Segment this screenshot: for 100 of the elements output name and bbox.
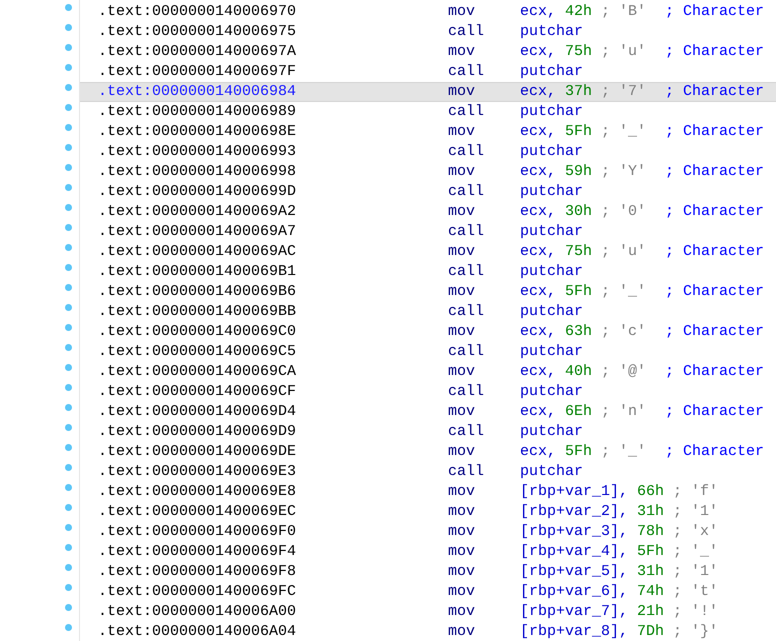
breakpoint-dot-icon [65, 624, 72, 631]
address-text: .text:00000001400069A2 [98, 202, 298, 222]
operand-text: ecx, [520, 362, 556, 382]
listing-line[interactable]: .text:00000001400069C0 mov ecx, 63h ; 'c' ; Character [80, 322, 776, 342]
listing-line[interactable]: .text:00000001400069CA mov ecx, 40h ; '@' ; Character [80, 362, 776, 382]
mnemonic-text: mov [448, 242, 476, 262]
listing-line[interactable]: .text:0000000140006993 call putchar [80, 142, 776, 162]
comment-text: ; '7' [601, 83, 646, 101]
mnemonic-text: mov [448, 562, 476, 582]
listing-line[interactable]: .text:00000001400069A2 mov ecx, 30h ; '0' ; Character [80, 202, 776, 222]
operand-text: ecx, [520, 322, 556, 342]
operand-text: [rbp+var_2], [520, 502, 628, 522]
listing-line[interactable]: .text:00000001400069A7 call putchar [80, 222, 776, 242]
mnemonic-text: mov [448, 362, 476, 382]
listing-line[interactable]: .text:0000000140006989 call putchar [80, 102, 776, 122]
comment-text: ; 'x' [673, 522, 718, 542]
listing-line[interactable]: .text:00000001400069F8 mov [rbp+var_5], 31h ; '1' [80, 562, 776, 582]
value-text: 63h [565, 322, 592, 342]
mnemonic-text: mov [448, 2, 476, 22]
listing-line[interactable]: .text:0000000140006A04 mov [rbp+var_8], 7Dh ; '}' [80, 622, 776, 641]
mnemonic-text: mov [448, 122, 476, 142]
address-text: .text:0000000140006998 [98, 162, 298, 182]
breakpoint-dot-icon [65, 524, 72, 531]
comment-text: ; '!' [673, 602, 718, 622]
listing-line[interactable]: .text:00000001400069FC mov [rbp+var_6], 74h ; 't' [80, 582, 776, 602]
breakpoint-dot-icon [65, 364, 72, 371]
address-text: .text:00000001400069B6 [98, 282, 298, 302]
value-text: 37h [565, 83, 592, 101]
listing-line[interactable]: .text:00000001400069CF call putchar [80, 382, 776, 402]
mnemonic-text: call [448, 62, 486, 82]
mnemonic-text: mov [448, 542, 476, 562]
listing-line[interactable]: .text:00000001400069C5 call putchar [80, 342, 776, 362]
breakpoint-dot-icon [65, 464, 72, 471]
mnemonic-text: call [448, 382, 486, 402]
listing-line[interactable]: .text:0000000140006975 call putchar [80, 22, 776, 42]
listing-line[interactable]: .text:0000000140006970 mov ecx, 42h ; 'B' ; Character [80, 2, 776, 22]
operand-text: putchar [520, 422, 584, 442]
comment-text: ; 'u' [601, 242, 646, 262]
value-text: 59h [565, 162, 592, 182]
value-text: 6Eh [565, 402, 592, 422]
listing-line[interactable]: .text:0000000140006998 mov ecx, 59h ; 'Y' ; Character [80, 162, 776, 182]
mnemonic-text: mov [448, 622, 476, 641]
operand-text: putchar [520, 262, 584, 282]
breakpoint-dot-icon [65, 244, 72, 251]
comment-text: ; Character [665, 322, 764, 342]
address-text: .text:00000001400069F0 [98, 522, 298, 542]
listing-line[interactable]: .text:000000014000697A mov ecx, 75h ; 'u' ; Character [80, 42, 776, 62]
listing-line[interactable]: .text:00000001400069EC mov [rbp+var_2], 31h ; '1' [80, 502, 776, 522]
address-text: .text:00000001400069BB [98, 302, 298, 322]
listing-line[interactable]: .text:000000014000699D call putchar [80, 182, 776, 202]
address-text: .text:0000000140006A04 [98, 622, 298, 641]
mnemonic-text: mov [448, 42, 476, 62]
address-text: .text:00000001400069E8 [98, 482, 298, 502]
value-text: 74h [637, 582, 664, 602]
listing-line[interactable]: .text:00000001400069E3 call putchar [80, 462, 776, 482]
breakpoint-dot-icon [65, 504, 72, 511]
mnemonic-text: mov [448, 83, 476, 101]
breakpoint-dot-icon [65, 604, 72, 611]
breakpoint-dot-icon [65, 584, 72, 591]
mnemonic-text: mov [448, 522, 476, 542]
operand-text: putchar [520, 182, 584, 202]
listing-line[interactable]: .text:00000001400069D9 call putchar [80, 422, 776, 442]
listing-line[interactable]: .text:00000001400069B6 mov ecx, 5Fh ; '_' ; Character [80, 282, 776, 302]
address-text: .text:00000001400069C5 [98, 342, 298, 362]
operand-text: ecx, [520, 242, 556, 262]
listing-line[interactable]: .text:0000000140006A00 mov [rbp+var_7], 21h ; '!' [80, 602, 776, 622]
mnemonic-text: mov [448, 402, 476, 422]
breakpoint-dot-icon [65, 264, 72, 271]
comment-text: ; 't' [673, 582, 718, 602]
listing-line[interactable]: .text:00000001400069F0 mov [rbp+var_3], 78h ; 'x' [80, 522, 776, 542]
address-text: .text:00000001400069DE [98, 442, 298, 462]
listing-line[interactable]: .text:00000001400069AC mov ecx, 75h ; 'u' ; Character [80, 242, 776, 262]
comment-text: ; Character [665, 362, 764, 382]
listing-line[interactable]: .text:000000014000697F call putchar [80, 62, 776, 82]
comment-text: ; Character [665, 42, 764, 62]
comment-text: ; '_' [601, 442, 646, 462]
value-text: 75h [565, 42, 592, 62]
mnemonic-text: call [448, 102, 486, 122]
listing-line[interactable]: .text:00000001400069BB call putchar [80, 302, 776, 322]
operand-text: [rbp+var_7], [520, 602, 628, 622]
listing-line[interactable]: .text:00000001400069DE mov ecx, 5Fh ; '_' ; Character [80, 442, 776, 462]
comment-text: ; Character [665, 242, 764, 262]
listing-line[interactable]: .text:000000014000698E mov ecx, 5Fh ; '_' ; Character [80, 122, 776, 142]
operand-text: putchar [520, 302, 584, 322]
address-text: .text:00000001400069F8 [98, 562, 298, 582]
mnemonic-text: mov [448, 502, 476, 522]
listing-line[interactable]: .text:00000001400069B1 call putchar [80, 262, 776, 282]
listing-line[interactable]: .text:00000001400069E8 mov [rbp+var_1], 66h ; 'f' [80, 482, 776, 502]
value-text: 31h [637, 562, 664, 582]
mnemonic-text: call [448, 142, 486, 162]
mnemonic-text: call [448, 22, 486, 42]
address-text: .text:00000001400069CF [98, 382, 298, 402]
comment-text: ; Character [665, 83, 764, 101]
operand-text: putchar [520, 222, 584, 242]
listing-line[interactable]: .text:00000001400069F4 mov [rbp+var_4], 5Fh ; '_' [80, 542, 776, 562]
address-text: .text:00000001400069EC [98, 502, 298, 522]
breakpoint-dot-icon [65, 124, 72, 131]
listing-line[interactable]: .text:00000001400069D4 mov ecx, 6Eh ; 'n' ; Character [80, 402, 776, 422]
comment-text: ; Character [665, 202, 764, 222]
address-text: .text:00000001400069C0 [98, 322, 298, 342]
